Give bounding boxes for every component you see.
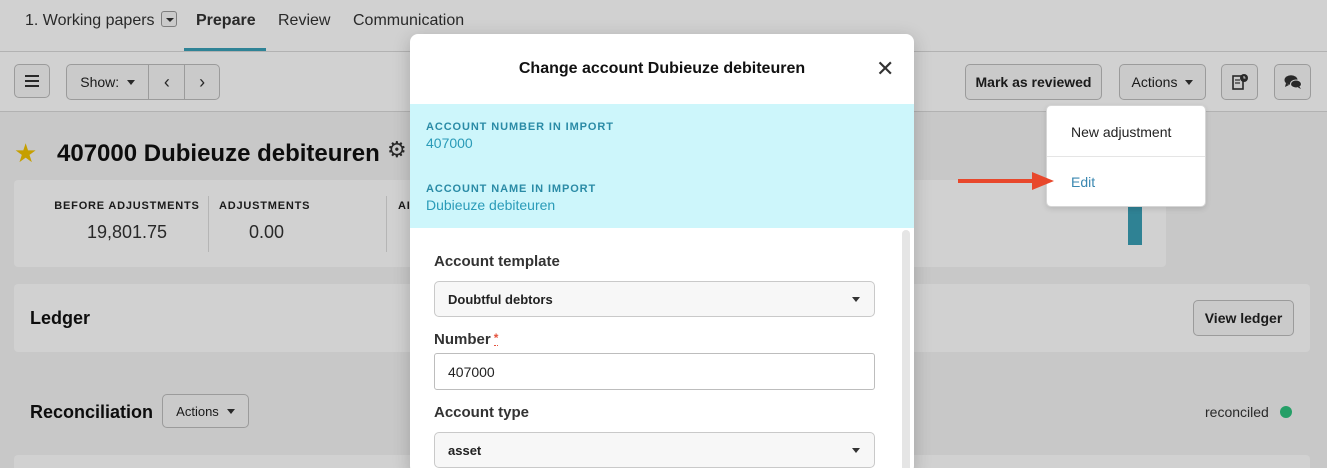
import-number-label: ACCOUNT NUMBER IN IMPORT xyxy=(426,121,614,133)
import-name-label: ACCOUNT NAME IN IMPORT xyxy=(426,183,597,195)
modal-scrollbar[interactable] xyxy=(902,230,910,468)
menu-item-edit[interactable]: Edit xyxy=(1071,174,1095,190)
account-type-value: asset xyxy=(448,442,482,458)
menu-divider xyxy=(1047,156,1205,157)
number-label: Number * xyxy=(434,331,499,348)
annotation-arrow-right-icon xyxy=(958,172,1054,190)
chevron-down-icon xyxy=(852,297,860,302)
account-template-value: Doubtful debtors xyxy=(448,291,553,307)
import-name-value: Dubieuze debiteuren xyxy=(426,197,556,213)
account-template-label: Account template xyxy=(434,253,560,270)
menu-item-new-adjustment[interactable]: New adjustment xyxy=(1071,124,1171,140)
account-template-select[interactable]: Doubtful debtors xyxy=(434,281,875,317)
account-type-select[interactable]: asset xyxy=(434,432,875,468)
required-marker: * xyxy=(493,331,499,346)
actions-dropdown-menu: New adjustment Edit xyxy=(1046,105,1206,207)
chevron-down-icon xyxy=(852,448,860,453)
number-label-text: Number xyxy=(434,331,491,348)
number-input[interactable]: 407000 xyxy=(434,353,875,390)
import-info-panel: ACCOUNT NUMBER IN IMPORT 407000 ACCOUNT … xyxy=(410,104,914,228)
import-number-value: 407000 xyxy=(426,135,473,151)
change-account-modal: Change account Dubieuze debiteuren ✕ ACC… xyxy=(410,34,914,468)
account-type-label: Account type xyxy=(434,404,530,421)
close-icon[interactable]: ✕ xyxy=(876,56,894,82)
modal-title: Change account Dubieuze debiteuren xyxy=(518,60,806,77)
